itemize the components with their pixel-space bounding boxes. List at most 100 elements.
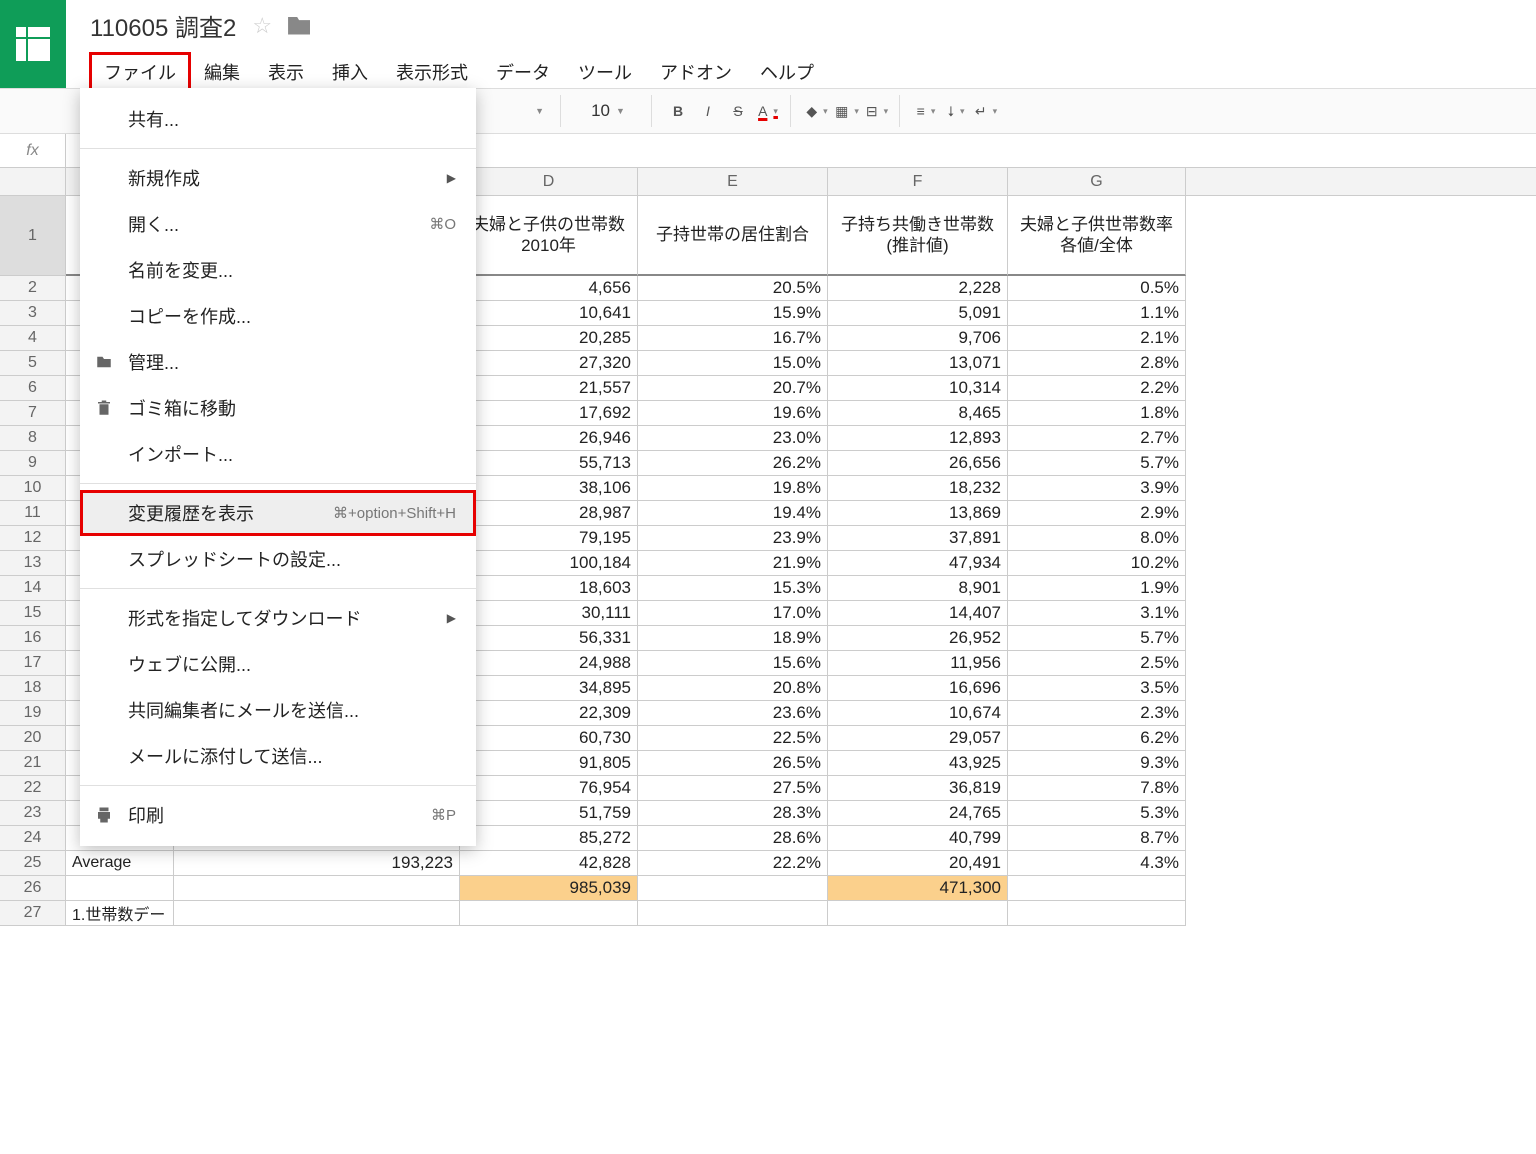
cell[interactable]: 22.2%: [638, 851, 828, 876]
cell[interactable]: 19.6%: [638, 401, 828, 426]
cell[interactable]: 22.5%: [638, 726, 828, 751]
cell[interactable]: [174, 876, 460, 901]
cell[interactable]: 34,895: [460, 676, 638, 701]
cell[interactable]: 8,901: [828, 576, 1008, 601]
cell[interactable]: 42,828: [460, 851, 638, 876]
menu-データ[interactable]: データ: [482, 53, 564, 91]
cell[interactable]: 26,952: [828, 626, 1008, 651]
folder-icon[interactable]: [288, 17, 310, 35]
menu-item-名前を変更...[interactable]: 名前を変更...: [80, 247, 476, 293]
cell[interactable]: 193,223: [174, 851, 460, 876]
cell[interactable]: 4.3%: [1008, 851, 1186, 876]
star-icon[interactable]: ☆: [252, 13, 272, 39]
row-header[interactable]: 1: [0, 196, 66, 276]
row-header[interactable]: 9: [0, 451, 66, 476]
menu-item-変更履歴を表示[interactable]: 変更履歴を表示⌘+option+Shift+H: [80, 490, 476, 536]
menu-item-共有...[interactable]: 共有...: [80, 96, 476, 142]
v-align-button[interactable]: ⭣▾: [942, 97, 970, 125]
cell[interactable]: 17.0%: [638, 601, 828, 626]
cell[interactable]: 2.8%: [1008, 351, 1186, 376]
cell[interactable]: 79,195: [460, 526, 638, 551]
cell[interactable]: 21.9%: [638, 551, 828, 576]
row-header[interactable]: 17: [0, 651, 66, 676]
cell[interactable]: 14,407: [828, 601, 1008, 626]
cell[interactable]: 13,071: [828, 351, 1008, 376]
menu-挿入[interactable]: 挿入: [318, 53, 382, 91]
row-header[interactable]: 26: [0, 876, 66, 901]
cell[interactable]: 26.5%: [638, 751, 828, 776]
cell[interactable]: 10,674: [828, 701, 1008, 726]
cell[interactable]: 16,696: [828, 676, 1008, 701]
wrap-button[interactable]: ↵▾: [972, 97, 1000, 125]
cell[interactable]: 8.7%: [1008, 826, 1186, 851]
cell[interactable]: 5,091: [828, 301, 1008, 326]
cell[interactable]: [638, 876, 828, 901]
row-header[interactable]: 15: [0, 601, 66, 626]
menu-編集[interactable]: 編集: [190, 53, 254, 91]
cell[interactable]: 43,925: [828, 751, 1008, 776]
row-header[interactable]: 20: [0, 726, 66, 751]
cell[interactable]: [174, 901, 460, 926]
cell[interactable]: 17,692: [460, 401, 638, 426]
cell[interactable]: 2,228: [828, 276, 1008, 301]
cell[interactable]: 1.世帯数デー: [66, 901, 174, 926]
cell[interactable]: 8,465: [828, 401, 1008, 426]
cell[interactable]: 20.5%: [638, 276, 828, 301]
row-header[interactable]: 8: [0, 426, 66, 451]
cell[interactable]: 18,232: [828, 476, 1008, 501]
menu-item-印刷[interactable]: 印刷⌘P: [80, 792, 476, 838]
h-align-button[interactable]: ≡▾: [912, 97, 940, 125]
cell[interactable]: 3.5%: [1008, 676, 1186, 701]
menu-item-ゴミ箱に移動[interactable]: ゴミ箱に移動: [80, 385, 476, 431]
cell[interactable]: 12,893: [828, 426, 1008, 451]
cell[interactable]: 子持世帯の居住割合: [638, 196, 828, 276]
cell[interactable]: [638, 901, 828, 926]
cell[interactable]: 29,057: [828, 726, 1008, 751]
cell[interactable]: 24,765: [828, 801, 1008, 826]
cell[interactable]: 5.7%: [1008, 626, 1186, 651]
cell[interactable]: 91,805: [460, 751, 638, 776]
col-header[interactable]: G: [1008, 168, 1186, 195]
cell[interactable]: 26,946: [460, 426, 638, 451]
cell[interactable]: [1008, 901, 1186, 926]
cell[interactable]: 1.1%: [1008, 301, 1186, 326]
cell[interactable]: [828, 901, 1008, 926]
menu-item-開く...[interactable]: 開く...⌘O: [80, 201, 476, 247]
cell[interactable]: 15.9%: [638, 301, 828, 326]
cell[interactable]: 10.2%: [1008, 551, 1186, 576]
cell[interactable]: [1008, 876, 1186, 901]
cell[interactable]: 15.6%: [638, 651, 828, 676]
menu-item-メールに添付して送信...[interactable]: メールに添付して送信...: [80, 733, 476, 779]
cell[interactable]: 1.8%: [1008, 401, 1186, 426]
cell[interactable]: 15.3%: [638, 576, 828, 601]
cell[interactable]: 38,106: [460, 476, 638, 501]
row-header[interactable]: 27: [0, 901, 66, 926]
font-size-select[interactable]: 10▼: [573, 101, 643, 121]
cell[interactable]: 2.5%: [1008, 651, 1186, 676]
cell[interactable]: 夫婦と子供世帯数率各値/全体: [1008, 196, 1186, 276]
menu-item-新規作成[interactable]: 新規作成▶: [80, 155, 476, 201]
cell[interactable]: 471,300: [828, 876, 1008, 901]
cell[interactable]: 8.0%: [1008, 526, 1186, 551]
cell[interactable]: 28.3%: [638, 801, 828, 826]
cell[interactable]: 15.0%: [638, 351, 828, 376]
cell[interactable]: 20.8%: [638, 676, 828, 701]
cell[interactable]: 28,987: [460, 501, 638, 526]
row-header[interactable]: 19: [0, 701, 66, 726]
cell[interactable]: 5.7%: [1008, 451, 1186, 476]
merge-cells-button[interactable]: ⊟▾: [863, 97, 891, 125]
cell[interactable]: 10,314: [828, 376, 1008, 401]
row-header[interactable]: 10: [0, 476, 66, 501]
cell[interactable]: 20,491: [828, 851, 1008, 876]
menu-ヘルプ[interactable]: ヘルプ: [746, 53, 828, 91]
menu-ツール[interactable]: ツール: [564, 53, 646, 91]
cell[interactable]: 60,730: [460, 726, 638, 751]
row-header[interactable]: 7: [0, 401, 66, 426]
cell[interactable]: 55,713: [460, 451, 638, 476]
row-header[interactable]: 16: [0, 626, 66, 651]
cell[interactable]: [460, 901, 638, 926]
col-header[interactable]: D: [460, 168, 638, 195]
cell[interactable]: 9.3%: [1008, 751, 1186, 776]
cell[interactable]: 2.3%: [1008, 701, 1186, 726]
strikethrough-button[interactable]: S: [724, 97, 752, 125]
